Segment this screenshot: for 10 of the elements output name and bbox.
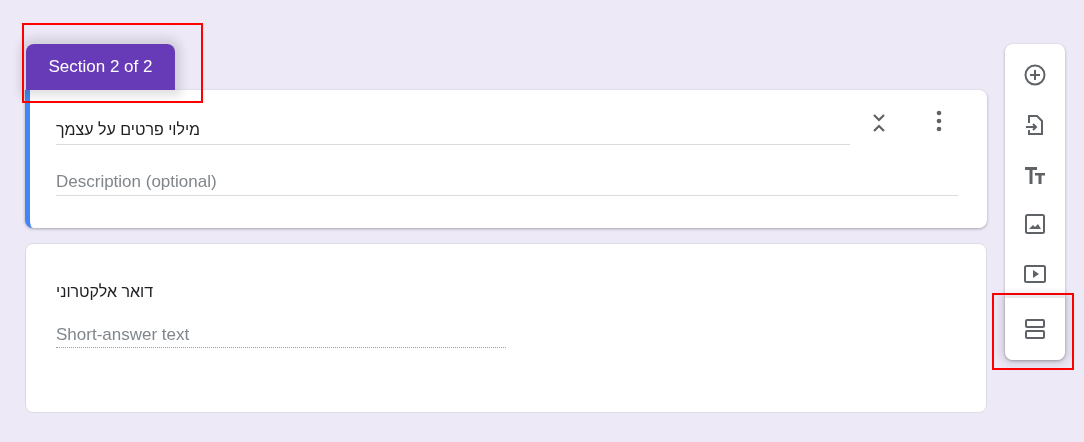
section-icon bbox=[1023, 317, 1047, 342]
section-title-field[interactable]: מילוי פרטים על עצמך bbox=[56, 118, 850, 145]
toolbar-button[interactable] bbox=[1005, 298, 1065, 360]
description-field[interactable]: Description (optional) bbox=[56, 169, 958, 196]
question-title: דואר אלקטרוני bbox=[56, 282, 155, 302]
short-answer-field: Short-answer text bbox=[56, 322, 506, 348]
image-icon bbox=[1023, 212, 1047, 237]
more-icon[interactable] bbox=[936, 110, 942, 132]
add-circle-icon bbox=[1023, 62, 1047, 87]
collapse-icon[interactable] bbox=[872, 112, 886, 134]
